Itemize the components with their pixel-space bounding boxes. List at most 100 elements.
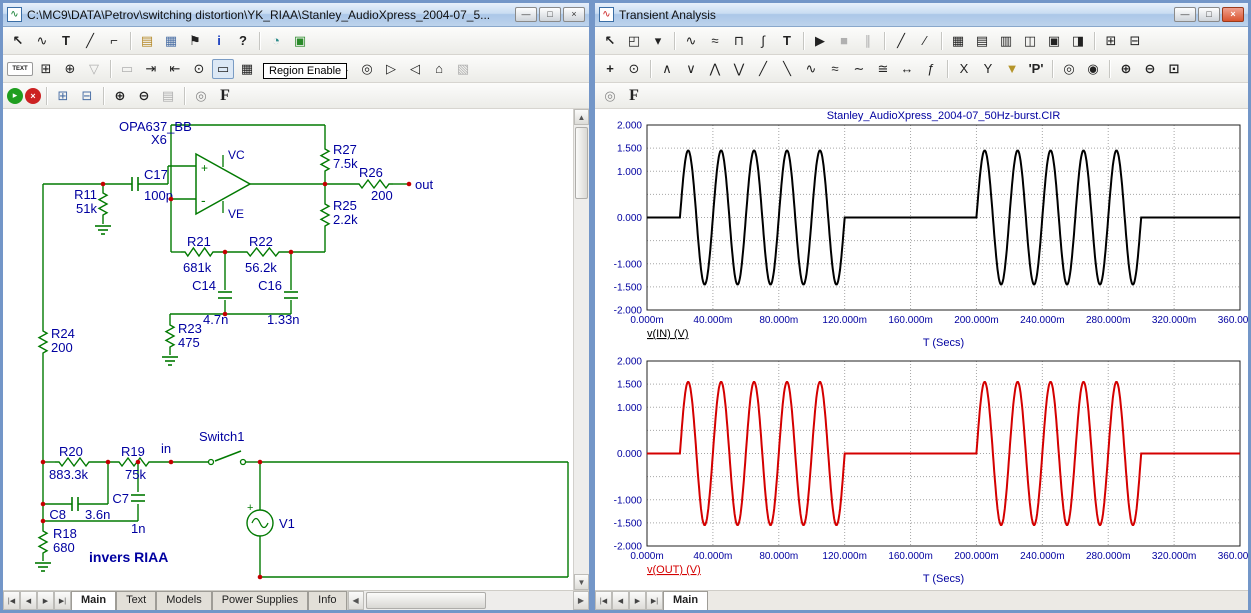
global-low-icon[interactable]: ⋁ xyxy=(728,59,750,79)
add-scale-icon[interactable]: ⊞ xyxy=(1100,31,1122,51)
tag-horizontal-icon[interactable]: ◎ xyxy=(1058,59,1080,79)
go-to-x-icon[interactable]: X xyxy=(953,59,975,79)
slideshow-icon[interactable]: ▣ xyxy=(289,31,311,51)
last-page-button[interactable]: ▶| xyxy=(646,591,663,610)
cursor-tool-icon[interactable]: ∕ xyxy=(914,31,936,51)
run-analysis-icon[interactable]: ▸ xyxy=(7,88,23,104)
gmax-icon[interactable]: ≅ xyxy=(872,59,894,79)
scroll-right-button[interactable]: ▶ xyxy=(573,591,589,610)
schematic-horizontal-scrollbar[interactable]: ◀ ▶ xyxy=(347,591,589,610)
restore-button[interactable]: □ xyxy=(539,7,561,22)
schematic-titlebar[interactable]: ∿ C:\MC9\DATA\Petrov\switching distortio… xyxy=(3,3,589,27)
horizontal-scroll-thumb[interactable] xyxy=(366,592,486,609)
border-icon[interactable]: ▭ xyxy=(116,59,138,79)
tokens-icon[interactable]: ▤ xyxy=(971,31,993,51)
scroll-left-button[interactable]: ◀ xyxy=(348,591,364,610)
help-ring-icon[interactable]: ◎ xyxy=(599,86,621,106)
zoom-out-icon[interactable]: ⊖ xyxy=(1139,59,1161,79)
stop-icon[interactable]: ■ xyxy=(833,31,855,51)
zoom-in-icon[interactable]: ⊕ xyxy=(109,86,131,106)
shape-menu-dropdown-icon[interactable]: ▾ xyxy=(647,31,669,51)
go-to-y-icon[interactable]: Y xyxy=(977,59,999,79)
minimize-button[interactable]: — xyxy=(515,7,537,22)
next-page-button[interactable]: ▶ xyxy=(37,591,54,610)
pin-connect-icon[interactable]: ⊕ xyxy=(59,59,81,79)
vertical-panel-icon[interactable]: ◨ xyxy=(1067,31,1089,51)
last-page-button[interactable]: ▶| xyxy=(54,591,71,610)
plus-minus-panel-icon[interactable]: ◫ xyxy=(1019,31,1041,51)
data-points-icon[interactable]: ▦ xyxy=(947,31,969,51)
step-left-icon[interactable]: ⇤ xyxy=(164,59,186,79)
horizontal-scroll-track[interactable] xyxy=(364,591,573,610)
find-next-icon[interactable]: ▷ xyxy=(380,59,402,79)
grid-icon[interactable]: ▦ xyxy=(236,59,258,79)
line-tool-icon[interactable]: ╱ xyxy=(890,31,912,51)
tab-text[interactable]: Text xyxy=(116,591,156,610)
select-arrow-icon[interactable]: ↖ xyxy=(599,31,621,51)
line-mode-icon[interactable]: ╱ xyxy=(79,31,101,51)
fall-icon[interactable]: ╲ xyxy=(776,59,798,79)
close-button[interactable]: × xyxy=(1222,7,1244,22)
help-mode-icon[interactable]: ? xyxy=(232,31,254,51)
region-enable-icon[interactable]: ▭ xyxy=(212,59,234,79)
pulse-icon[interactable]: ⊓ xyxy=(728,31,750,51)
f-symbol-icon[interactable]: F xyxy=(214,86,236,106)
help-ring-icon[interactable]: ◎ xyxy=(190,86,212,106)
next-peak-icon[interactable]: ∧ xyxy=(656,59,678,79)
component-browser-icon[interactable]: ▦ xyxy=(160,31,182,51)
vertical-scroll-thumb[interactable] xyxy=(575,127,588,199)
shapes-icon[interactable]: ▧ xyxy=(452,59,474,79)
zoom-fit-icon[interactable]: ⊡ xyxy=(1163,59,1185,79)
zoom-in-icon[interactable]: ⊕ xyxy=(1115,59,1137,79)
scroll-down-button[interactable]: ▼ xyxy=(574,574,589,590)
period-icon[interactable]: ↔ xyxy=(896,59,918,79)
schematic-canvas[interactable]: R1151kC17100pR277.5kR26200R252.2kR21681k… xyxy=(3,109,573,590)
text-mode-icon[interactable]: T xyxy=(55,31,77,51)
stop-analysis-icon[interactable]: × xyxy=(25,88,41,104)
tab-info[interactable]: Info xyxy=(308,591,346,610)
go-back-icon[interactable]: ◁ xyxy=(404,59,426,79)
image-icon[interactable]: ▤ xyxy=(157,86,179,106)
minimize-button[interactable]: — xyxy=(1174,7,1196,22)
find-icon[interactable]: ◎ xyxy=(356,59,378,79)
tab-models[interactable]: Models xyxy=(156,591,211,610)
f-symbol-icon[interactable]: F xyxy=(623,86,645,106)
slope-icon[interactable]: ∿ xyxy=(800,59,822,79)
ruler-icon[interactable]: ▥ xyxy=(995,31,1017,51)
copy-picture-icon[interactable]: ⊟ xyxy=(76,86,98,106)
close-button[interactable]: × xyxy=(563,7,585,22)
next-valley-icon[interactable]: ∨ xyxy=(680,59,702,79)
animate-icon[interactable]: ◔ xyxy=(265,31,287,51)
inflection-icon[interactable]: ≈ xyxy=(824,59,846,79)
remove-scale-icon[interactable]: ⊟ xyxy=(1124,31,1146,51)
next-page-button[interactable]: ▶ xyxy=(629,591,646,610)
charts-canvas[interactable]: 0.000m40.000m80.000m120.000m160.000m200.… xyxy=(595,109,1248,590)
tab-main[interactable]: Main xyxy=(663,591,708,610)
first-page-button[interactable]: |◀ xyxy=(595,591,612,610)
graphics-icon[interactable]: ⊞ xyxy=(35,59,57,79)
copy-window-icon[interactable]: ⊞ xyxy=(52,86,74,106)
go-to-performance-icon[interactable]: 'P' xyxy=(1025,59,1047,79)
restore-button[interactable]: □ xyxy=(1198,7,1220,22)
info-mode-icon[interactable]: i xyxy=(208,31,230,51)
flag-icon[interactable]: ⚑ xyxy=(184,31,206,51)
home-icon[interactable]: ⌂ xyxy=(428,59,450,79)
node-numbers-icon[interactable]: ⊙ xyxy=(188,59,210,79)
schematic-vertical-scrollbar[interactable]: ▲ ▼ xyxy=(573,109,589,590)
node-voltages-icon[interactable]: ▽ xyxy=(83,59,105,79)
select-arrow-icon[interactable]: ↖ xyxy=(7,31,29,51)
run-icon[interactable]: ▶ xyxy=(809,31,831,51)
zoom-out-icon[interactable]: ⊖ xyxy=(133,86,155,106)
ortho-wire-icon[interactable]: ⌐ xyxy=(103,31,125,51)
pause-icon[interactable]: ∥ xyxy=(857,31,879,51)
rise-icon[interactable]: ╱ xyxy=(752,59,774,79)
shape-select-icon[interactable]: ◰ xyxy=(623,31,645,51)
cursor-mode-icon[interactable]: + xyxy=(599,59,621,79)
wire-mode-icon[interactable]: ∿ xyxy=(31,31,53,51)
scope-waveform-icon[interactable]: ∿ xyxy=(680,31,702,51)
gmin-icon[interactable]: ∼ xyxy=(848,59,870,79)
tab-power-supplies[interactable]: Power Supplies xyxy=(212,591,308,610)
integral-icon[interactable]: ∫ xyxy=(752,31,774,51)
global-high-icon[interactable]: ⋀ xyxy=(704,59,726,79)
scroll-up-button[interactable]: ▲ xyxy=(574,109,589,125)
